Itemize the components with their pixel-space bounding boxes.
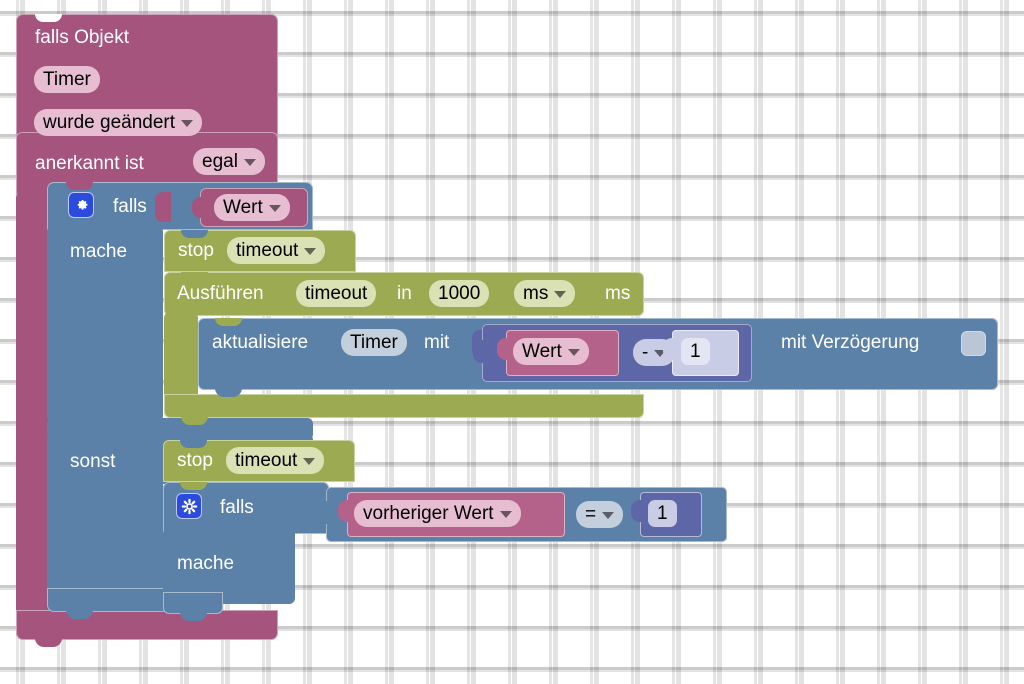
run-timeout-unit-dropdown-text: ms — [523, 283, 549, 304]
set-value-top-notch — [215, 318, 242, 326]
run-timeout-unit-dropdown[interactable]: ms — [514, 280, 576, 307]
math-right-operand-field[interactable]: 1 — [681, 338, 710, 365]
stop-timeout-2-dropdown-text: timeout — [235, 450, 298, 471]
logic-compare-plug — [318, 501, 331, 524]
event-ack-label: anerkannt ist — [35, 153, 144, 174]
run-timeout-duration-text: 1000 — [438, 283, 481, 304]
math-right-operand-plug — [663, 338, 676, 360]
compare-right-operand-field[interactable]: 1 — [648, 500, 677, 527]
compare-operator-text: = — [585, 504, 597, 525]
gear-icon[interactable] — [68, 192, 94, 218]
compare-right-operand-plug — [631, 500, 644, 522]
blockly-workspace[interactable]: falls Objekt Timer wurde geändert anerka… — [0, 0, 1024, 684]
event-object-field-text: Timer — [43, 69, 91, 90]
stop-timeout-1-label: stop — [178, 240, 214, 261]
chevron-down-icon — [268, 205, 281, 212]
run-timeout-in-label: in — [397, 283, 412, 304]
condition-variable-plug — [192, 197, 204, 218]
stop-timeout-1-dropdown[interactable]: timeout — [227, 237, 326, 264]
stop-timeout-1-top-notch — [181, 230, 208, 238]
set-value-object-field[interactable]: Timer — [341, 329, 407, 356]
event-trigger-dropdown[interactable]: wurde geändert — [34, 109, 203, 136]
chevron-down-icon — [181, 120, 194, 127]
run-timeout-spine — [164, 312, 198, 404]
chevron-down-icon — [602, 512, 615, 519]
run-timeout-foot — [164, 394, 644, 418]
condition-variable-dropdown[interactable]: Wert — [214, 194, 290, 221]
chevron-down-icon — [567, 349, 580, 356]
chevron-down-icon — [303, 458, 316, 465]
event-block-top-notch — [35, 14, 62, 22]
run-timeout-run-label: Ausführen — [177, 283, 264, 304]
gear-icon[interactable] — [176, 493, 202, 519]
math-subtract-plug — [473, 340, 486, 363]
event-block-bottom-bump — [35, 638, 62, 647]
set-value-delay-checkbox[interactable] — [961, 331, 986, 356]
event-object-field[interactable]: Timer — [34, 66, 100, 93]
stop-timeout-2-label: stop — [177, 450, 213, 471]
compare-left-operand-plug — [338, 500, 351, 522]
if-else-top-notch — [66, 182, 93, 190]
math-left-operand-dropdown[interactable]: Wert — [513, 338, 589, 365]
if-else-do-label: mache — [70, 241, 128, 262]
chevron-down-icon — [243, 159, 256, 166]
run-timeout-timer-dropdown-text: timeout — [305, 283, 368, 304]
stop-timeout-2-top-notch — [180, 440, 207, 448]
set-value-delay-label: mit Verzögerung — [781, 332, 920, 353]
math-right-operand-text: 1 — [690, 341, 701, 362]
set-value-object-field-text: Timer — [350, 332, 398, 353]
math-operator-text: - — [642, 342, 649, 363]
if-block-inner[interactable]: falls mache — [163, 482, 329, 621]
if-inner-top-notch — [180, 482, 207, 490]
if-inner-condition-socket[interactable] — [297, 494, 313, 524]
compare-operator-dropdown[interactable]: = — [576, 501, 624, 528]
if-else-else-spine — [47, 472, 163, 600]
run-timeout-top-notch — [181, 272, 208, 280]
run-timeout-timer-dropdown[interactable]: timeout — [296, 280, 377, 307]
set-value-with-label: mit — [424, 332, 450, 353]
compare-left-operand-dropdown-text: vorheriger Wert — [363, 503, 494, 524]
stop-timeout-1-dropdown-text: timeout — [236, 240, 299, 261]
if-else-condition-socket[interactable] — [155, 192, 171, 222]
math-left-operand-dropdown-text: Wert — [522, 341, 562, 362]
if-else-else-label: sonst — [70, 451, 116, 472]
if-inner-foot — [163, 592, 223, 614]
condition-variable-dropdown-text: Wert — [223, 197, 263, 218]
if-else-if-label: falls — [113, 196, 147, 217]
run-timeout-duration-field[interactable]: 1000 — [429, 280, 490, 307]
compare-left-operand-dropdown[interactable]: vorheriger Wert — [354, 500, 521, 527]
event-trigger-dropdown-text: wurde geändert — [43, 112, 176, 133]
event-ack-dropdown[interactable]: egal — [193, 148, 265, 175]
event-ack-dropdown-text: egal — [202, 151, 238, 172]
chevron-down-icon — [554, 291, 567, 298]
chevron-down-icon — [499, 511, 512, 518]
event-block-title: falls Objekt — [35, 27, 129, 48]
stop-timeout-2-dropdown[interactable]: timeout — [226, 447, 325, 474]
set-value-set-label: aktualisiere — [212, 332, 309, 353]
math-left-operand-plug — [497, 338, 510, 360]
if-inner-do-label: mache — [177, 553, 235, 574]
compare-right-operand-text: 1 — [657, 503, 668, 524]
if-inner-if-label: falls — [220, 497, 254, 518]
run-timeout-unit-suffix: ms — [605, 283, 631, 304]
chevron-down-icon — [304, 248, 317, 255]
